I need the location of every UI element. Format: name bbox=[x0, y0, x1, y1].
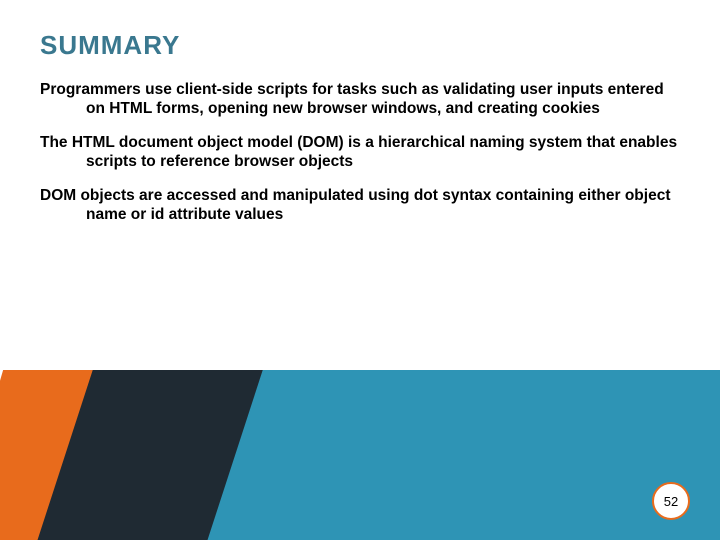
paragraph: DOM objects are accessed and manipulated… bbox=[40, 186, 680, 225]
page-number: 52 bbox=[664, 494, 678, 509]
footer-shape-orange bbox=[0, 370, 279, 540]
footer-shape-teal bbox=[120, 370, 720, 540]
footer-decoration bbox=[0, 370, 720, 540]
paragraph: The HTML document object model (DOM) is … bbox=[40, 133, 680, 172]
slide-body: Programmers use client-side scripts for … bbox=[40, 80, 680, 238]
slide-title: SUMMARY bbox=[40, 30, 180, 61]
paragraph: Programmers use client-side scripts for … bbox=[40, 80, 680, 119]
page-number-badge: 52 bbox=[652, 482, 690, 520]
footer-shape-dark bbox=[21, 370, 288, 540]
slide: SUMMARY Programmers use client-side scri… bbox=[0, 0, 720, 540]
